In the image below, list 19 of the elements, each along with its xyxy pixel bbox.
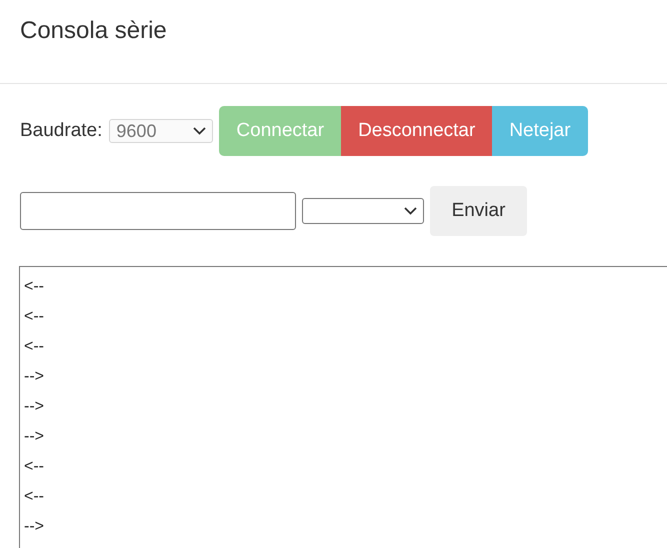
console-line: --> (24, 517, 45, 537)
console-line: <-- (24, 307, 45, 327)
baudrate-select[interactable]: 9600 (109, 119, 214, 143)
page-title: Consola sèrie (20, 16, 167, 44)
clear-button[interactable]: Netejar (492, 106, 588, 156)
console-line: <-- (24, 337, 45, 357)
chevron-down-icon (404, 207, 417, 215)
disconnect-button[interactable]: Desconnectar (341, 106, 492, 156)
send-button[interactable]: Enviar (430, 186, 527, 236)
console-line: <-- (24, 277, 45, 297)
console-line: --> (24, 397, 45, 417)
console-line: --> (24, 427, 45, 447)
console-line: <-- (24, 487, 45, 507)
console-line: --> (24, 367, 45, 387)
message-input-field[interactable] (20, 192, 296, 230)
chevron-down-icon (193, 127, 206, 135)
console-line: <-- (24, 457, 45, 477)
baudrate-label: Baudrate: (20, 120, 102, 142)
line-ending-select[interactable] (302, 198, 424, 224)
